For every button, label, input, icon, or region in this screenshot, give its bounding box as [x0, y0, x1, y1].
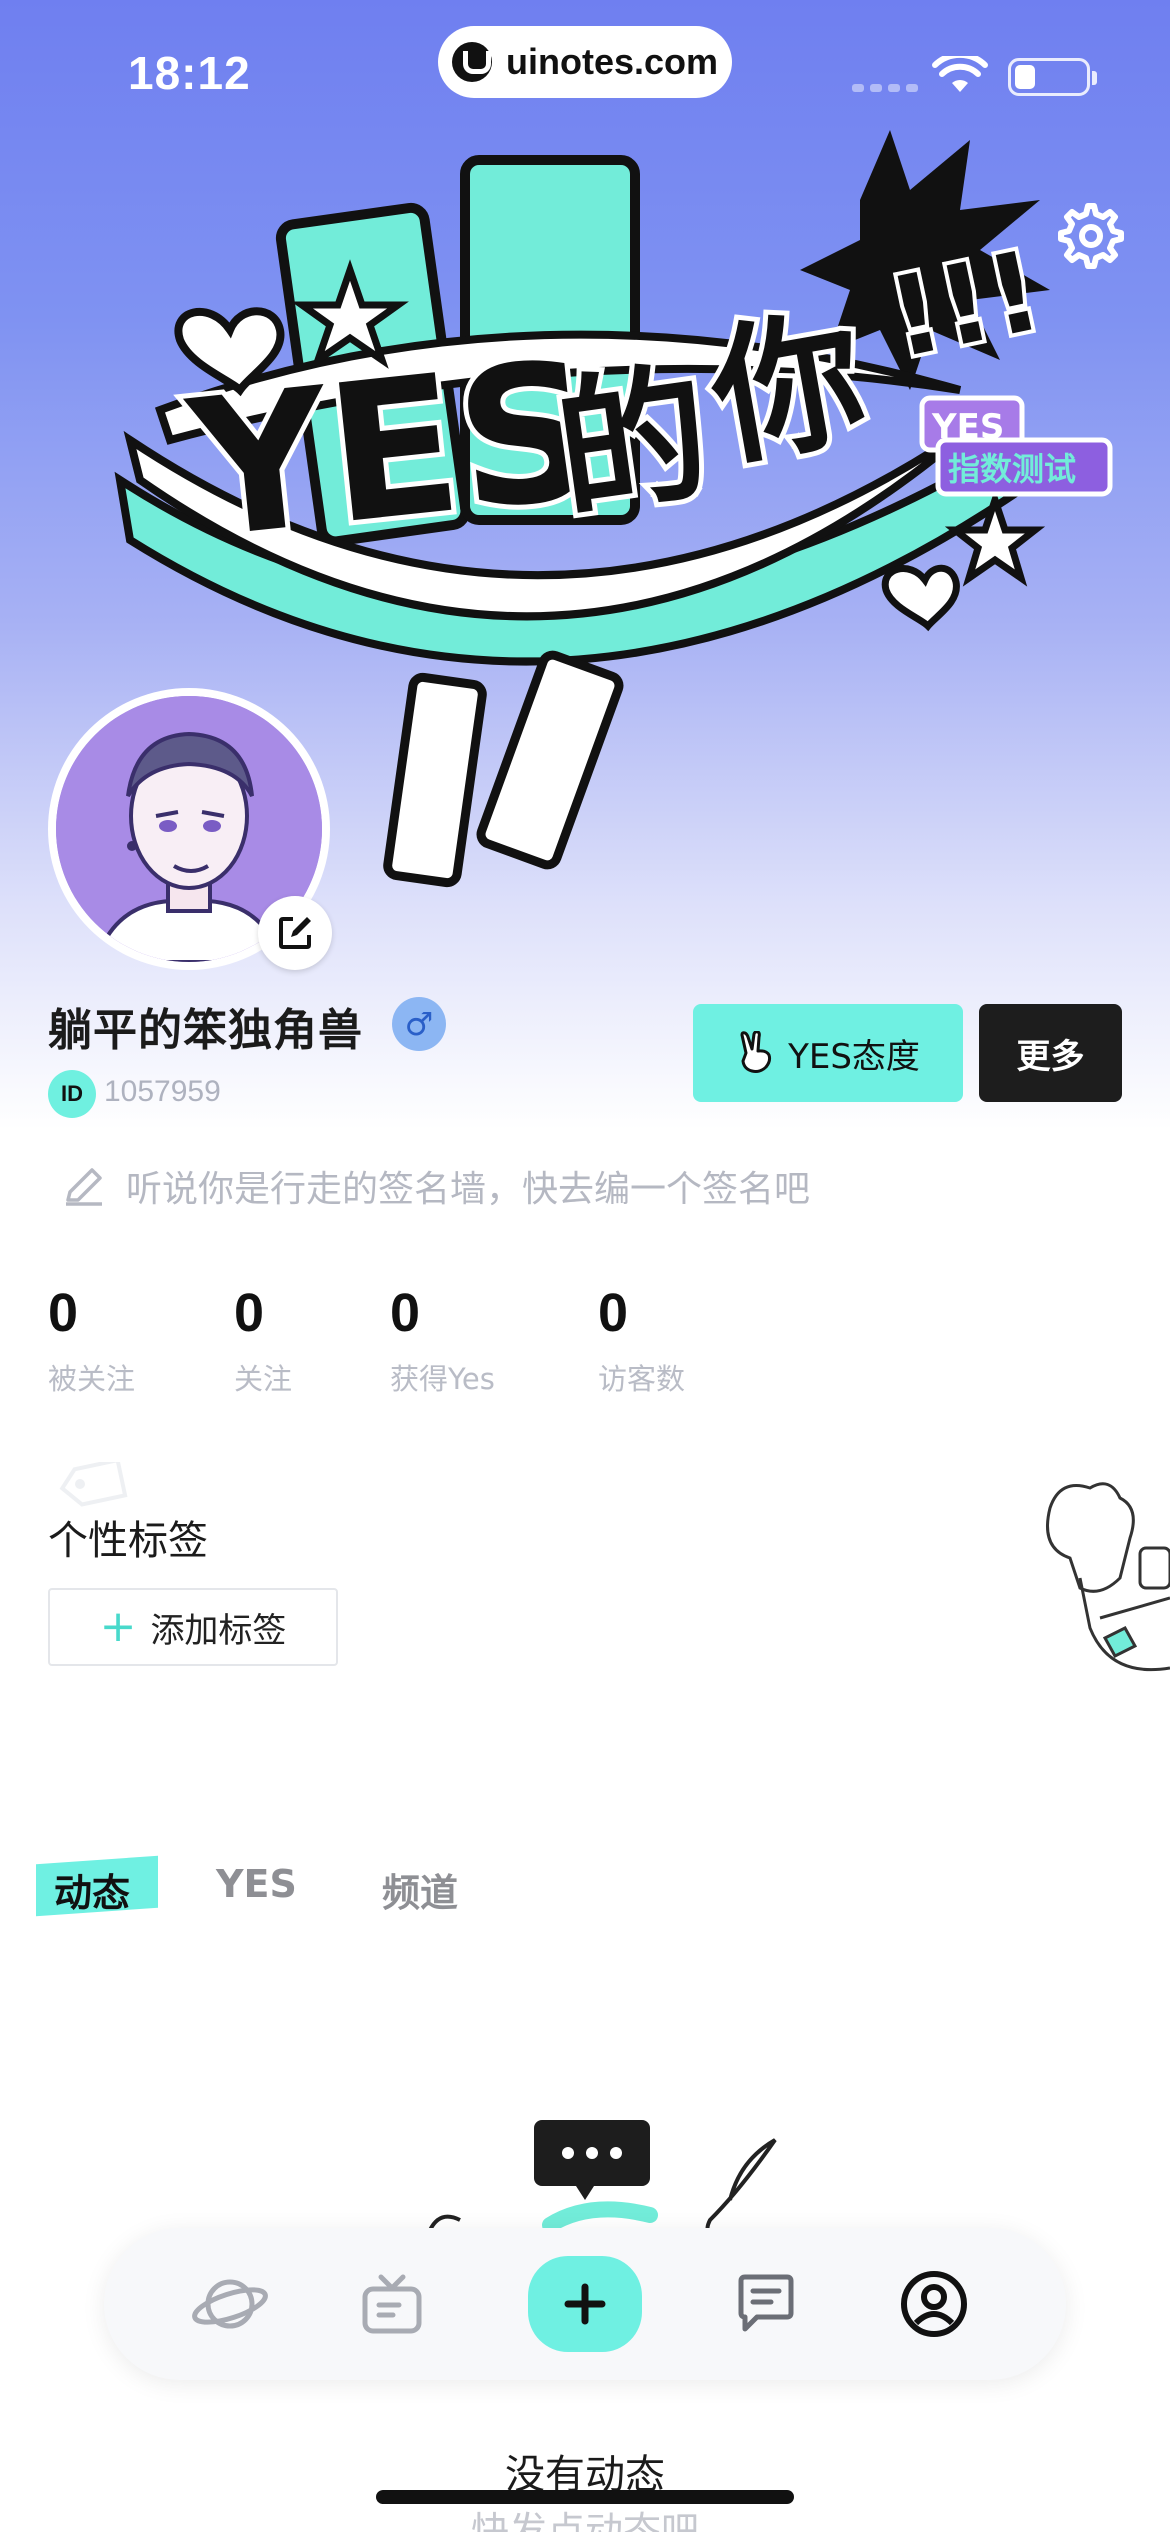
- signature-placeholder: 听说你是行走的签名墙，快去编一个签名吧: [126, 1169, 811, 1210]
- create-post-button[interactable]: [528, 2256, 642, 2352]
- stat-followers[interactable]: 0 被关注: [48, 1282, 135, 1398]
- wifi-icon: [932, 56, 988, 92]
- more-button[interactable]: 更多: [979, 1004, 1122, 1102]
- cellular-signal-icon: [852, 84, 918, 92]
- stat-value: 0: [234, 1283, 265, 1343]
- yes-attitude-label: YES态度: [788, 1036, 920, 1077]
- site-logo-icon: [451, 42, 492, 82]
- battery-icon: [1008, 58, 1097, 96]
- tags-section-title: 个性标签: [48, 1518, 208, 1564]
- profile-page: 18:12 uinotes.com YES 的 你 !!! YES 指数测试 躺…: [0, 0, 1170, 2532]
- signature-field[interactable]: 听说你是行走的签名墙，快去编一个签名吧: [62, 1160, 810, 1212]
- user-id: 1057959: [104, 1075, 221, 1108]
- empty-state-subtitle: 快发点动态吧: [470, 2509, 699, 2532]
- tv-icon: [362, 2274, 422, 2334]
- bottom-navigation: [104, 2228, 1066, 2380]
- plus-icon: +: [99, 1601, 137, 1652]
- edit-icon: [279, 917, 311, 949]
- username: 躺平的笨独角兽: [48, 1005, 363, 1056]
- nav-messages[interactable]: [724, 2262, 808, 2346]
- tab-channels[interactable]: 频道: [382, 1862, 458, 1917]
- planet-icon: [192, 2279, 268, 2329]
- url-pill[interactable]: uinotes.com: [438, 26, 732, 98]
- nav-profile[interactable]: [892, 2262, 976, 2346]
- stat-yes-received[interactable]: 0 获得Yes: [390, 1282, 495, 1398]
- chat-icon: [738, 2274, 794, 2332]
- status-time: 18:12: [128, 47, 251, 99]
- stat-value: 0: [390, 1283, 421, 1343]
- url-text: uinotes.com: [505, 41, 719, 82]
- stat-label: 关注: [234, 1362, 293, 1396]
- tab-moments[interactable]: 动态: [54, 1862, 130, 1917]
- svg-text:的: 的: [547, 346, 720, 539]
- banner-badge-bottom: 指数测试: [948, 450, 1076, 488]
- add-tag-label: 添加标签: [150, 1610, 287, 1651]
- profile-icon: [901, 2271, 967, 2337]
- edit-avatar-button[interactable]: [258, 896, 332, 970]
- nav-discover[interactable]: [188, 2262, 272, 2346]
- add-tag-button[interactable]: + 添加标签: [48, 1588, 338, 1666]
- plus-icon: [564, 2283, 606, 2325]
- nav-channels[interactable]: [350, 2262, 434, 2346]
- stat-label: 被关注: [48, 1362, 136, 1396]
- home-indicator[interactable]: [376, 2490, 794, 2504]
- peace-hand-icon: [740, 1031, 772, 1073]
- id-badge: ID: [48, 1070, 96, 1118]
- svg-text:你: 你: [698, 291, 877, 489]
- stat-following[interactable]: 0 关注: [234, 1282, 292, 1398]
- stat-label: 获得Yes: [390, 1362, 495, 1396]
- character-doodle-illustration: [1046, 1482, 1170, 1672]
- stat-label: 访客数: [598, 1362, 686, 1396]
- gender-male-icon: ♂: [392, 997, 446, 1051]
- tab-yes[interactable]: YES: [216, 1862, 297, 1906]
- yes-attitude-button[interactable]: YES态度: [693, 1004, 963, 1102]
- stat-value: 0: [48, 1283, 79, 1343]
- pencil-icon: [66, 1168, 102, 1206]
- settings-gear-icon[interactable]: [1052, 200, 1124, 272]
- stat-value: 0: [598, 1283, 629, 1343]
- stat-visitors[interactable]: 0 访客数: [598, 1282, 685, 1398]
